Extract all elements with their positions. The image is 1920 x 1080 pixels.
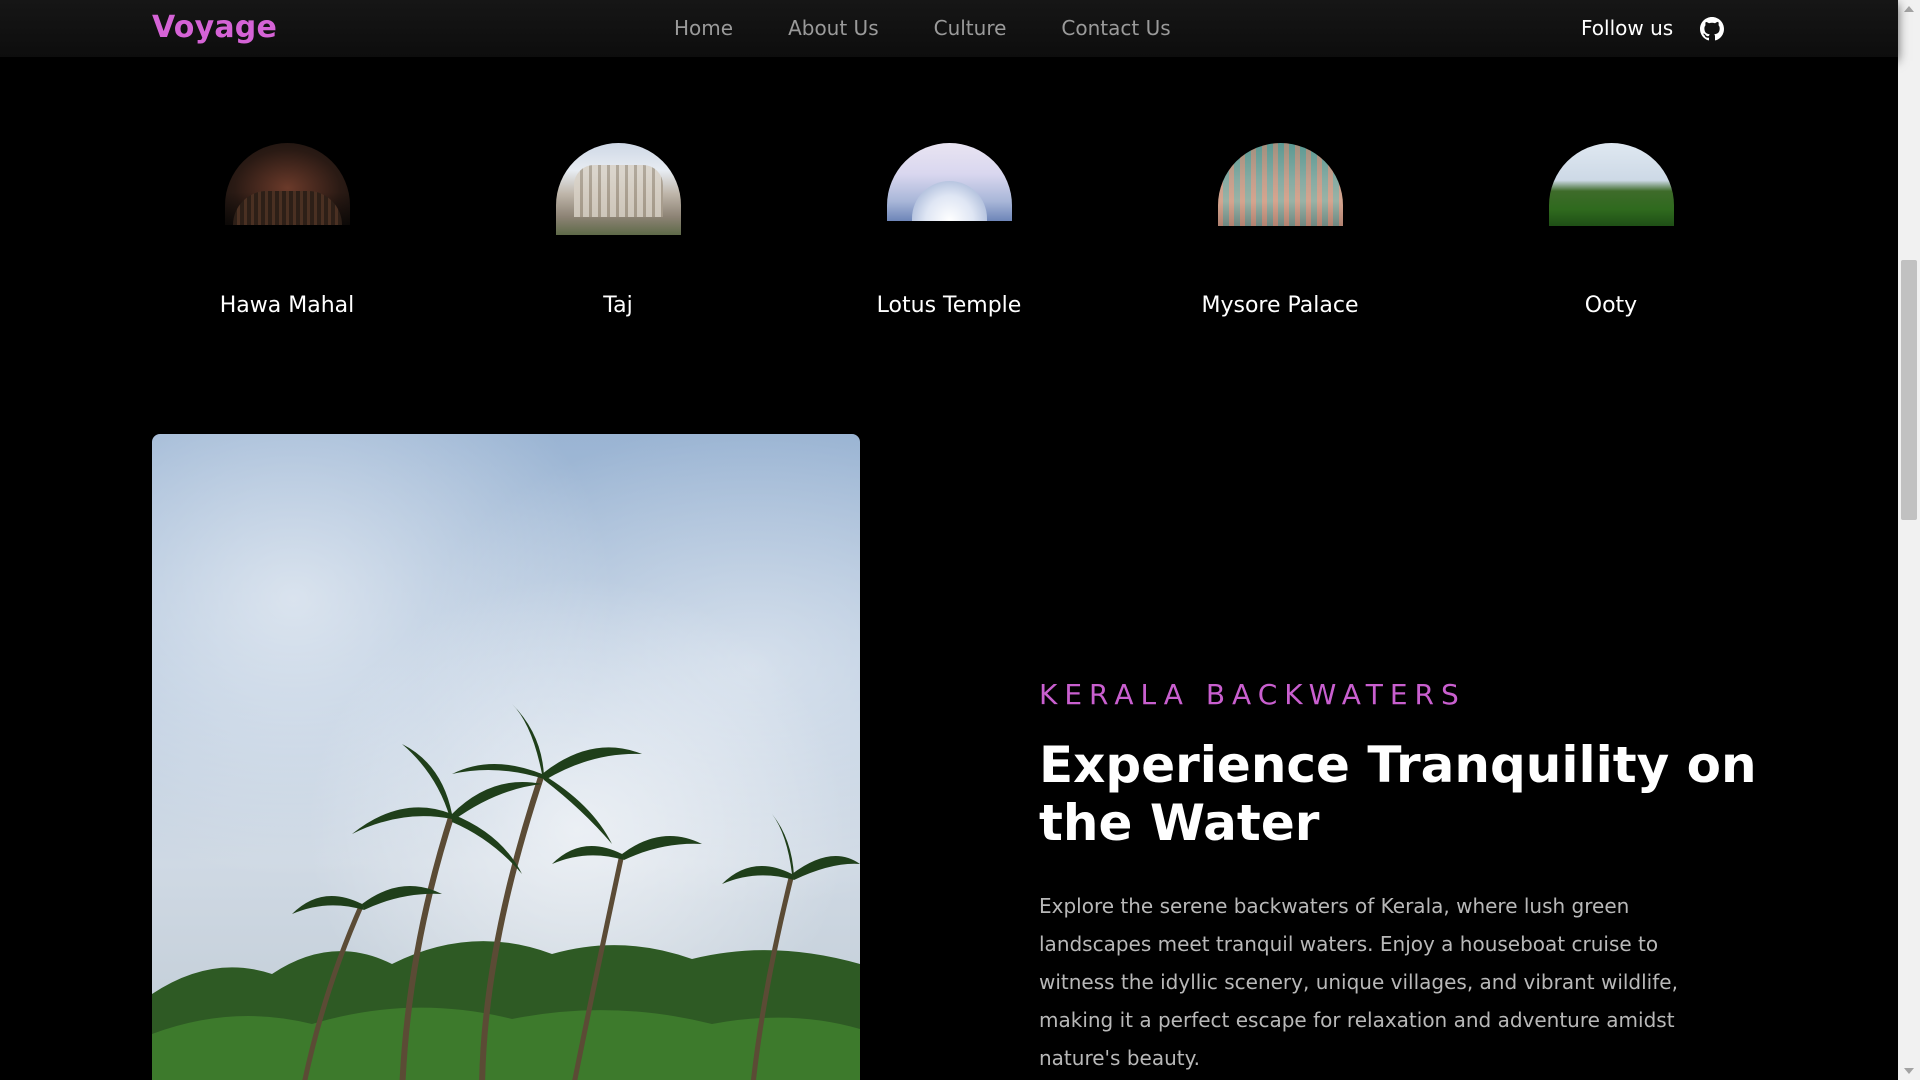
- scroll-up-arrow-icon[interactable]: [1904, 6, 1914, 12]
- scrollbar-thumb[interactable]: [1901, 260, 1917, 520]
- kerala-backwaters-image: [152, 434, 860, 1080]
- nav-link-contact-us[interactable]: Contact Us: [1061, 16, 1170, 40]
- taj-image: [555, 143, 681, 235]
- nav-link-culture[interactable]: Culture: [934, 16, 1007, 40]
- top-navbar: Voyage Home About Us Culture Contact Us …: [0, 0, 1898, 57]
- destination-name: Lotus Temple: [876, 293, 1022, 318]
- scroll-down-arrow-icon[interactable]: [1904, 1068, 1914, 1074]
- hawa-mahal-image: [224, 143, 350, 225]
- nav-links: Home About Us Culture Contact Us: [674, 16, 1226, 40]
- github-icon[interactable]: [1700, 17, 1724, 41]
- page: Voyage Home About Us Culture Contact Us …: [0, 0, 1920, 1080]
- follow-us-label: Follow us: [1581, 16, 1674, 40]
- destination-card-lotus-temple[interactable]: Lotus Temple: [849, 143, 1049, 318]
- section-eyebrow: KERALA BACKWATERS: [1039, 678, 1466, 711]
- ooty-image: [1548, 143, 1674, 226]
- destination-card-hawa-mahal[interactable]: Hawa Mahal: [187, 143, 387, 318]
- brand-logo[interactable]: Voyage: [152, 10, 277, 45]
- destination-card-taj[interactable]: Taj: [518, 143, 718, 318]
- vertical-scrollbar[interactable]: [1898, 0, 1920, 1080]
- destination-name: Hawa Mahal: [219, 293, 355, 318]
- destination-card-mysore-palace[interactable]: Mysore Palace: [1180, 143, 1380, 318]
- destination-name: Mysore Palace: [1201, 293, 1359, 318]
- lotus-temple-image: [886, 143, 1012, 221]
- destination-name: Ooty: [1584, 293, 1638, 318]
- section-headline: Experience Tranquility on the Water: [1039, 736, 1757, 852]
- destination-card-ooty[interactable]: Ooty: [1511, 143, 1711, 318]
- nav-link-about-us[interactable]: About Us: [788, 16, 879, 40]
- destination-name: Taj: [603, 293, 633, 318]
- section-description: Explore the serene backwaters of Kerala,…: [1039, 894, 1678, 1070]
- nav-link-home[interactable]: Home: [674, 16, 733, 40]
- mysore-palace-image: [1217, 143, 1343, 226]
- palm-trees-illustration: [152, 704, 860, 1080]
